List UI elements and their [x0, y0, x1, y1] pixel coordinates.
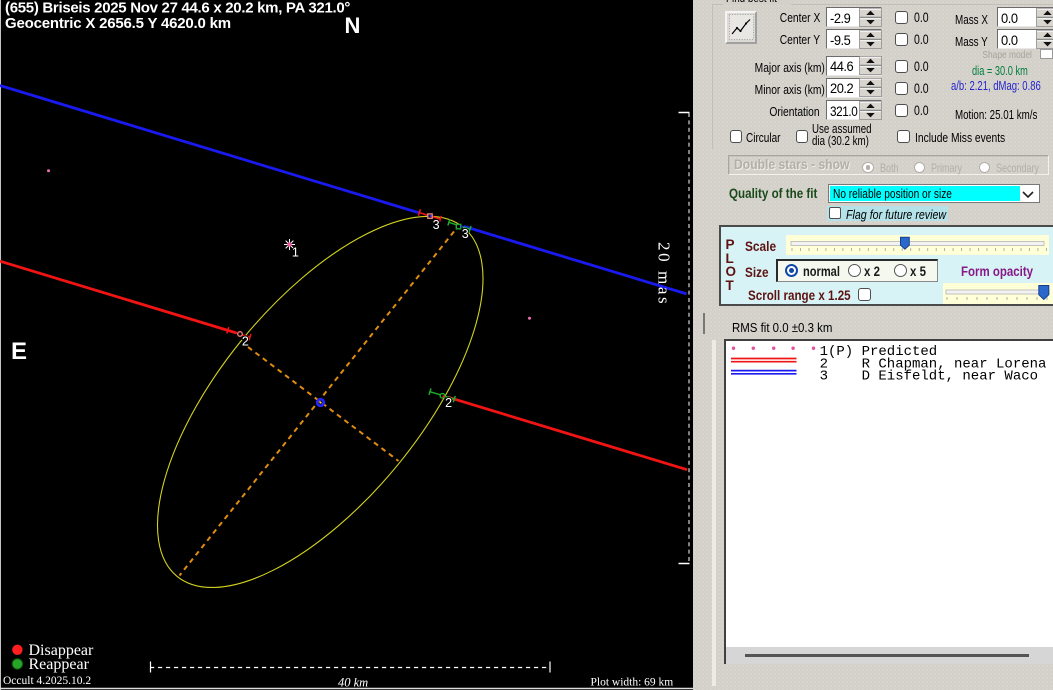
svg-text:2: 2 — [445, 396, 452, 410]
svg-text:Occult 4.2025.10.2: Occult 4.2025.10.2 — [3, 675, 91, 687]
svg-text:Plot width: 69 km: Plot width: 69 km — [591, 677, 674, 689]
svg-text:N: N — [345, 13, 361, 38]
svg-text:D Eisfeldt, near Waco: D Eisfeldt, near Waco — [861, 368, 1037, 384]
svg-text:Geocentric X 2656.5 Y 4620.: Geocentric X 2656.5 Y 4620.0 km — [5, 15, 231, 32]
svg-text:E: E — [11, 338, 27, 365]
svg-text:3: 3 — [462, 227, 469, 241]
svg-text:2: 2 — [242, 334, 249, 348]
svg-text:3: 3 — [433, 218, 440, 232]
svg-text:1: 1 — [292, 245, 299, 259]
svg-text:Reappear: Reappear — [29, 656, 90, 673]
svg-text:20 mas: 20 mas — [655, 242, 674, 306]
svg-text:40 km: 40 km — [338, 676, 368, 690]
svg-text:3: 3 — [819, 368, 827, 384]
